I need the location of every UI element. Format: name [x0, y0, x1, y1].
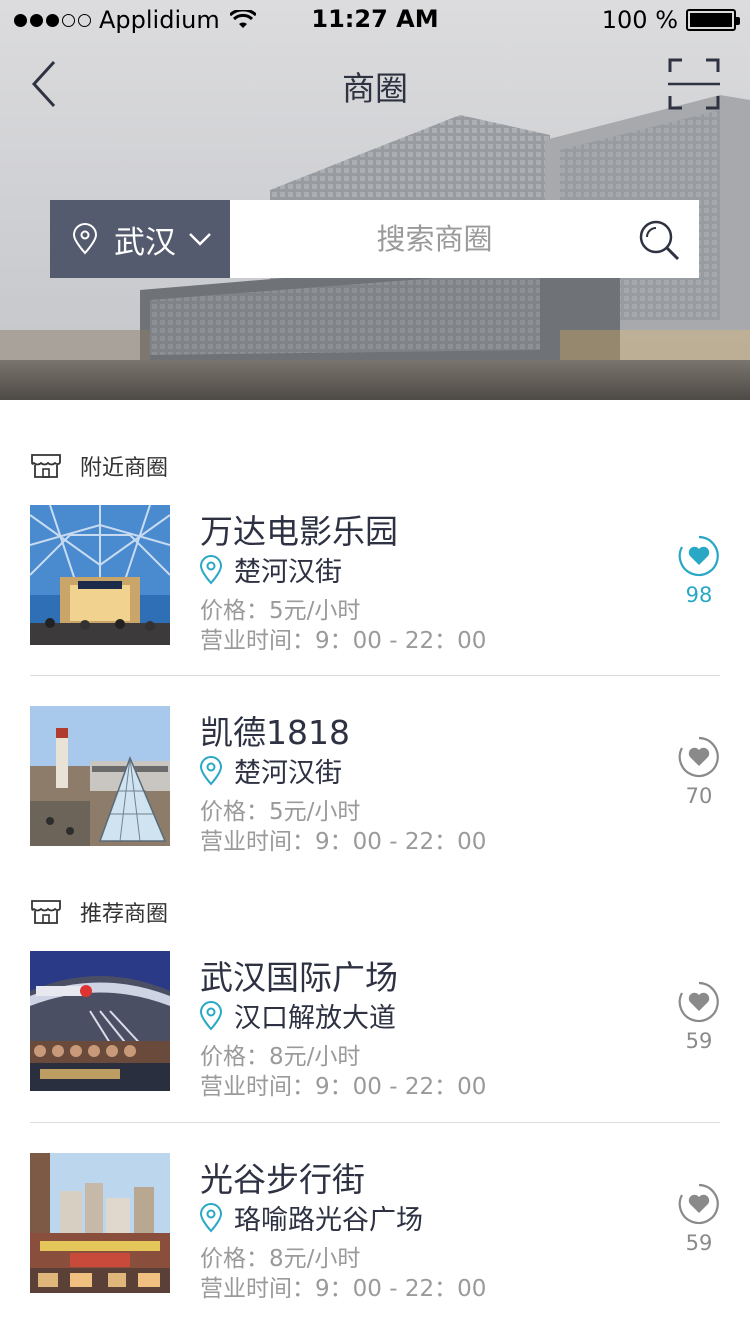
status-right: 100 % [601, 6, 740, 34]
section-title: 附近商圈 [80, 456, 169, 481]
item-name: 万达电影乐园 [200, 512, 398, 551]
hero-banner: Applidium 11:27 AM 100 % 商圈 武汉 搜索商圈 [0, 0, 750, 400]
store-icon [31, 454, 61, 478]
location-pin-icon [200, 755, 222, 785]
item-name: 光谷步行街 [200, 1160, 365, 1199]
item-location-text: 楚河汉街 [234, 557, 342, 588]
section-title: 推荐商圈 [80, 902, 169, 927]
item-thumbnail [30, 951, 170, 1091]
divider [30, 1122, 720, 1123]
item-location: 珞喻路光谷广场 [200, 1198, 423, 1237]
location-pin-icon [200, 554, 222, 584]
list-item[interactable]: 武汉国际广场 汉口解放大道 价格：8元/小时 营业时间：9：00 - 22：00… [30, 951, 720, 1100]
favorite-button[interactable]: 59 [678, 1183, 720, 1267]
heart-icon [678, 736, 719, 778]
favorite-count: 59 [685, 1231, 713, 1255]
location-pin-icon [72, 223, 98, 255]
item-location-text: 珞喻路光谷广场 [234, 1205, 423, 1236]
battery-icon [686, 9, 740, 31]
favorite-button[interactable]: 98 [678, 535, 720, 619]
item-location-text: 楚河汉街 [234, 758, 342, 789]
divider [30, 675, 720, 676]
search-icon[interactable] [637, 218, 681, 262]
item-hours: 营业时间：9：00 - 22：00 [200, 1074, 487, 1100]
location-pin-icon [200, 1000, 222, 1030]
item-location-text: 汉口解放大道 [234, 1003, 396, 1034]
item-price: 价格：5元/小时 [200, 799, 361, 825]
item-thumbnail [30, 1153, 170, 1293]
page-title: 商圈 [342, 69, 408, 108]
section-header-nearby: 附近商圈 [30, 450, 168, 482]
list-item[interactable]: 光谷步行街 珞喻路光谷广场 价格：8元/小时 营业时间：9：00 - 22：00… [30, 1153, 720, 1302]
nav-bar: 商圈 [0, 50, 750, 114]
favorite-count: 59 [685, 1029, 713, 1053]
city-selector-button[interactable]: 武汉 [50, 200, 230, 278]
list-item[interactable]: 凯德1818 楚河汉街 价格：5元/小时 营业时间：9：00 - 22：00 7… [30, 706, 720, 855]
search-bar: 武汉 [50, 200, 699, 278]
item-price: 价格：8元/小时 [200, 1246, 361, 1272]
item-hours: 营业时间：9：00 - 22：00 [200, 628, 487, 654]
heart-icon [678, 535, 719, 577]
search-input[interactable] [230, 200, 699, 278]
chevron-down-icon [189, 233, 211, 246]
item-name: 武汉国际广场 [200, 958, 398, 997]
battery-percent: 100 % [601, 6, 678, 34]
item-location: 汉口解放大道 [200, 996, 396, 1035]
item-location: 楚河汉街 [200, 550, 342, 589]
favorite-button[interactable]: 70 [678, 736, 720, 820]
city-label: 武汉 [114, 224, 176, 261]
heart-icon [678, 1183, 719, 1225]
scan-icon[interactable] [668, 58, 720, 110]
item-price: 价格：5元/小时 [200, 598, 361, 624]
item-hours: 营业时间：9：00 - 22：00 [200, 829, 487, 855]
favorite-count: 70 [685, 784, 713, 808]
item-thumbnail [30, 706, 170, 846]
heart-icon [678, 981, 719, 1023]
item-price: 价格：8元/小时 [200, 1044, 361, 1070]
location-pin-icon [200, 1202, 222, 1232]
status-bar: Applidium 11:27 AM 100 % [0, 0, 750, 40]
section-header-recommended: 推荐商圈 [30, 896, 168, 928]
item-location: 楚河汉街 [200, 751, 342, 790]
item-name: 凯德1818 [200, 713, 350, 752]
item-hours: 营业时间：9：00 - 22：00 [200, 1276, 487, 1302]
favorite-count: 98 [685, 583, 713, 607]
list-item[interactable]: 万达电影乐园 楚河汉街 价格：5元/小时 营业时间：9：00 - 22：00 9… [30, 505, 720, 654]
favorite-button[interactable]: 59 [678, 981, 720, 1065]
store-icon [31, 900, 61, 924]
item-thumbnail [30, 505, 170, 645]
